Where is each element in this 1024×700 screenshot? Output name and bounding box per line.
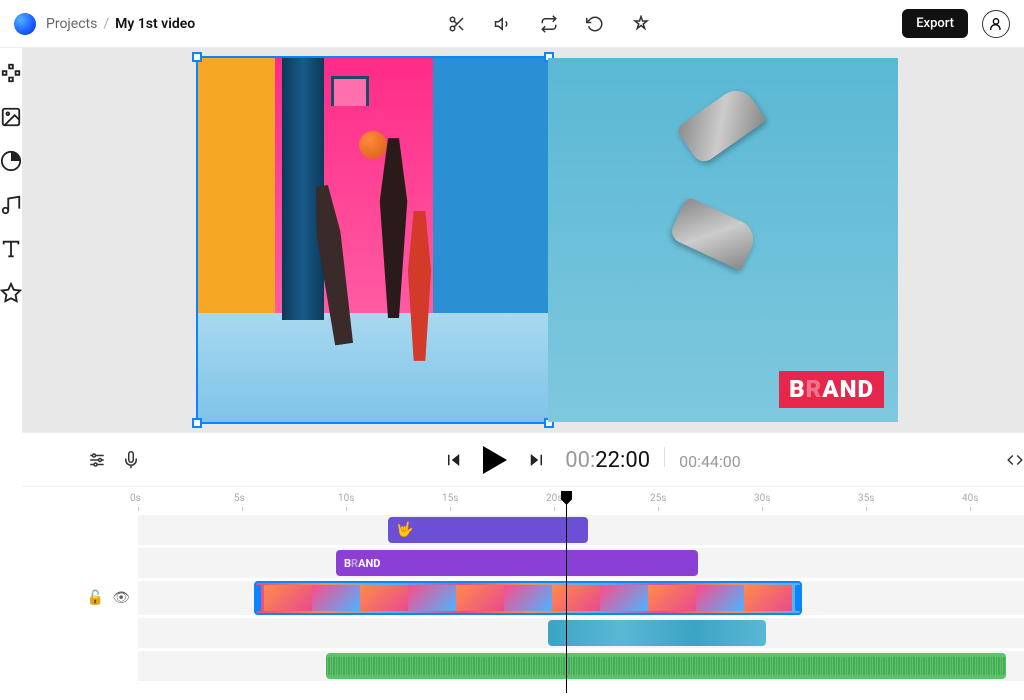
- timeline-clip-broll[interactable]: [548, 620, 766, 646]
- ruler-tick-label: 15s: [442, 493, 458, 504]
- timeline[interactable]: 0s 5s 10s 15s 20s 25s 30s 35s 40s 🤟: [22, 486, 1024, 700]
- ruler-tick-label: 20s: [546, 493, 562, 504]
- track-row-video-b: [90, 618, 1024, 648]
- volume-icon[interactable]: [494, 15, 512, 33]
- ruler-tick-label: 40s: [962, 493, 978, 504]
- project-name[interactable]: My 1st video: [115, 16, 195, 32]
- breadcrumb-separator: /: [103, 16, 109, 32]
- time-total: 00:44:00: [679, 452, 741, 471]
- canvas-clip-right[interactable]: BRAND: [548, 58, 898, 422]
- time-separator: [664, 447, 665, 467]
- lock-icon[interactable]: 🔓: [87, 590, 104, 606]
- app-logo[interactable]: [14, 13, 36, 35]
- clip-trim-handle-left[interactable]: [255, 585, 261, 611]
- user-icon: [988, 16, 1004, 32]
- skip-forward-icon[interactable]: [527, 451, 545, 469]
- track-row-overlay: BRAND: [90, 548, 1024, 578]
- timeline-settings-icon[interactable]: [88, 451, 106, 469]
- ruler-tick-label: 5s: [234, 493, 245, 504]
- export-button[interactable]: Export: [902, 9, 968, 38]
- canvas-clip-left[interactable]: [198, 58, 548, 422]
- track-row-video-main: 🔓 👁: [90, 581, 1024, 615]
- shape-tool-icon[interactable]: [0, 150, 22, 172]
- shoe-graphic: [668, 196, 760, 271]
- media-tool-icon[interactable]: [0, 106, 22, 128]
- loop-icon[interactable]: [540, 15, 558, 33]
- music-tool-icon[interactable]: [0, 194, 22, 216]
- ruler-tick-label: 0s: [130, 493, 141, 504]
- magic-wand-icon[interactable]: [632, 15, 650, 33]
- time-current-prefix: 00:: [565, 448, 595, 473]
- eye-icon[interactable]: 👁: [112, 590, 130, 606]
- timeline-clip-effect[interactable]: 🤟: [388, 517, 588, 543]
- time-current-main: 22:00: [595, 448, 650, 473]
- layout-tool-icon[interactable]: [0, 62, 22, 84]
- timeline-clip-brand[interactable]: BRAND: [336, 550, 698, 576]
- timeline-ruler[interactable]: 0s 5s 10s 15s 20s 25s 30s 35s 40s: [22, 493, 1024, 515]
- ruler-tick-label: 25s: [650, 493, 666, 504]
- scissors-icon[interactable]: [448, 15, 466, 33]
- clip-trim-handle-right[interactable]: [795, 585, 801, 611]
- playback-bar: 00:22:00 00:44:00: [22, 432, 1024, 486]
- microphone-icon[interactable]: [122, 451, 140, 469]
- left-toolbar: [0, 48, 22, 700]
- brand-watermark: BRAND: [779, 371, 884, 408]
- track-row-effects: 🤟: [90, 515, 1024, 545]
- account-button[interactable]: [982, 10, 1010, 38]
- ruler-tick-label: 35s: [858, 493, 874, 504]
- track-row-audio: [90, 651, 1024, 681]
- breadcrumb-root[interactable]: Projects: [46, 16, 97, 32]
- breadcrumb: Projects / My 1st video: [46, 16, 195, 32]
- canvas[interactable]: BRAND: [22, 48, 1024, 432]
- ruler-tick-label: 30s: [754, 493, 770, 504]
- shoe-graphic: [675, 83, 766, 166]
- fit-width-icon[interactable]: [1006, 451, 1024, 469]
- ruler-tick-label: 10s: [338, 493, 354, 504]
- timeline-clip-audio[interactable]: [326, 653, 1006, 679]
- rock-hand-icon: 🤟: [396, 522, 413, 538]
- skip-back-icon[interactable]: [445, 451, 463, 469]
- refresh-icon[interactable]: [586, 15, 604, 33]
- time-display: 00:22:00 00:44:00: [565, 447, 741, 473]
- timeline-clip-video-selected[interactable]: [254, 581, 802, 615]
- text-tool-icon[interactable]: [0, 238, 22, 260]
- play-button[interactable]: [483, 446, 507, 474]
- star-tool-icon[interactable]: [0, 282, 22, 304]
